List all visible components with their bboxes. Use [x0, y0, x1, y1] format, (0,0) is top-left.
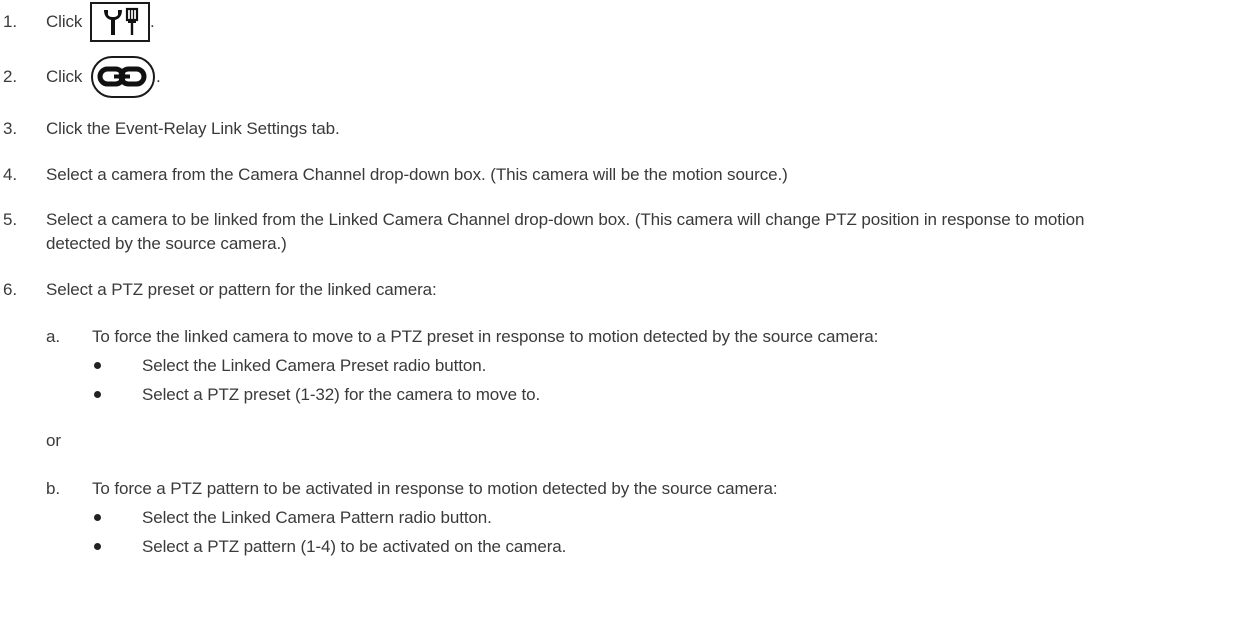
step-text: Select a camera from the Camera Channel …: [46, 165, 788, 184]
step-number: 3.: [3, 119, 17, 138]
step-text-line1: Select a camera to be linked from the Li…: [46, 210, 1085, 229]
step-number: 5.: [3, 210, 17, 229]
bullet-icon: [94, 362, 101, 369]
or-separator: or: [46, 431, 61, 450]
step-number: 6.: [3, 280, 17, 299]
tools-icon: [90, 2, 150, 42]
substep-letter: b.: [46, 479, 60, 498]
bullet-icon: [94, 391, 101, 398]
step-text: Click the Event-Relay Link Settings tab.: [46, 119, 340, 138]
link-icon: [91, 56, 155, 98]
step-text: Select a PTZ preset or pattern for the l…: [46, 280, 437, 299]
bullet-text: Select the Linked Camera Pattern radio b…: [142, 508, 492, 527]
step-text-line2: detected by the source camera.): [46, 234, 287, 253]
step-number: 1.: [3, 12, 17, 31]
step-text: Click: [46, 67, 83, 86]
step-text: Click: [46, 12, 83, 31]
substep-text: To force the linked camera to move to a …: [92, 327, 879, 346]
bullet-icon: [94, 543, 101, 550]
substep-letter: a.: [46, 327, 60, 346]
step-number: 2.: [3, 67, 17, 86]
bullet-icon: [94, 514, 101, 521]
step-text-suffix: .: [156, 67, 161, 86]
substep-text: To force a PTZ pattern to be activated i…: [92, 479, 778, 498]
step-number: 4.: [3, 165, 17, 184]
bullet-text: Select the Linked Camera Preset radio bu…: [142, 356, 487, 375]
bullet-text: Select a PTZ pattern (1-4) to be activat…: [142, 537, 567, 556]
step-text-suffix: .: [150, 12, 155, 31]
bullet-text: Select a PTZ preset (1-32) for the camer…: [142, 385, 541, 404]
